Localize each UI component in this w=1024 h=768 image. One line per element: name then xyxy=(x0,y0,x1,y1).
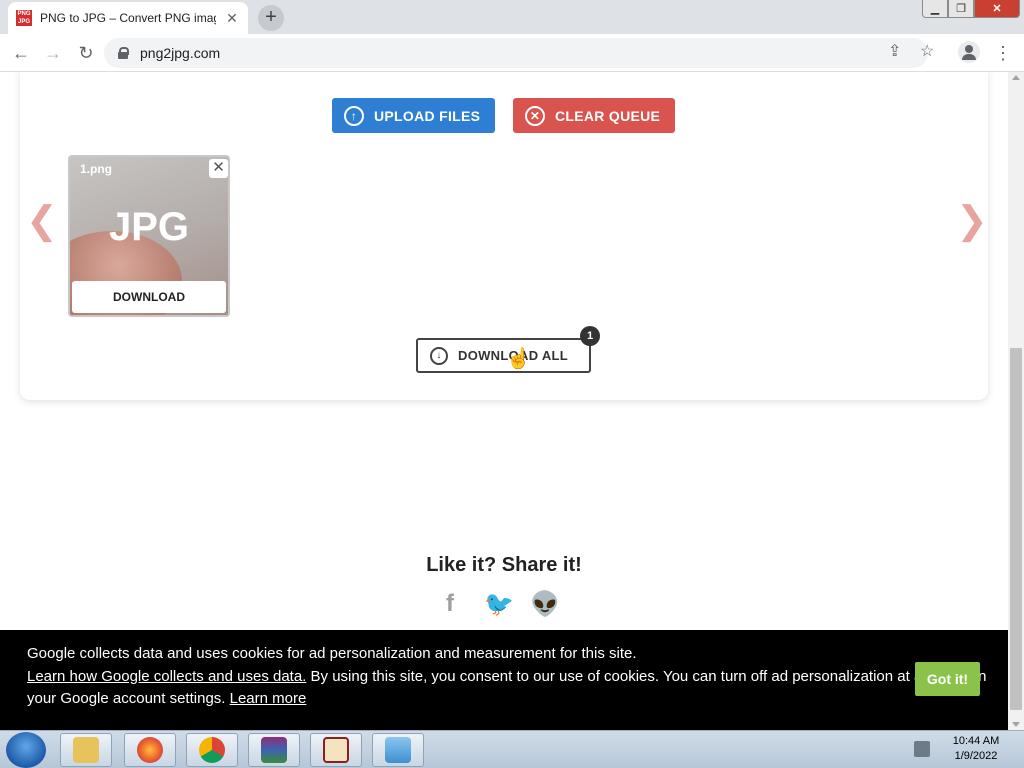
twitter-icon[interactable]: 🐦 xyxy=(484,590,514,619)
hand-cursor-icon: ☝ xyxy=(506,348,531,370)
taskbar-chrome[interactable] xyxy=(186,733,238,767)
taskbar-explorer[interactable] xyxy=(60,733,112,767)
page-viewport: ↑ UPLOAD FILES ✕ CLEAR QUEUE ❮ ❯ 1.png ✕… xyxy=(0,72,1008,730)
lock-icon xyxy=(118,47,129,59)
start-button[interactable] xyxy=(6,732,46,768)
share-heading: Like it? Share it! xyxy=(426,554,582,576)
download-all-button[interactable]: ↓ DOWNLOAD ALL xyxy=(416,338,591,373)
clock-time: 10:44 AM xyxy=(952,735,1000,747)
close-window-button[interactable]: ✕ xyxy=(974,0,1020,18)
maximize-button[interactable]: ❐ xyxy=(948,0,974,18)
next-arrow-icon[interactable]: ❯ xyxy=(956,198,988,243)
address-bar[interactable]: png2jpg.com ⇪ ☆ xyxy=(104,38,934,68)
download-count-badge: 1 xyxy=(580,326,600,346)
vi-app-icon xyxy=(323,737,349,763)
system-clock[interactable]: 10:44 AM 1/9/2022 xyxy=(944,734,1008,764)
bookmark-star-icon[interactable]: ☆ xyxy=(920,41,934,61)
x-circle-icon: ✕ xyxy=(525,105,545,126)
taskbar-photo-viewer[interactable] xyxy=(372,733,424,767)
scroll-down-icon[interactable] xyxy=(1012,722,1020,727)
scroll-up-icon[interactable] xyxy=(1012,75,1020,80)
vertical-scrollbar[interactable] xyxy=(1008,72,1024,730)
download-button[interactable]: DOWNLOAD xyxy=(72,281,226,313)
tab-close-icon[interactable]: ✕ xyxy=(224,10,240,27)
menu-kebab-icon[interactable]: ⋮ xyxy=(992,42,1014,64)
minimize-button[interactable]: ▁ xyxy=(922,0,948,18)
folder-icon xyxy=(73,737,99,763)
facebook-icon[interactable]: f xyxy=(446,590,454,618)
profile-avatar[interactable] xyxy=(958,41,980,63)
clock-date: 1/9/2022 xyxy=(954,750,998,762)
tab-title: PNG to JPG – Convert PNG imag xyxy=(40,11,216,25)
file-format-label: JPG xyxy=(108,205,190,249)
photo-viewer-icon xyxy=(385,737,411,763)
url-text[interactable]: png2jpg.com xyxy=(140,45,220,61)
favicon: PNG JPG xyxy=(16,10,32,26)
arrow-up-circle-icon: ↑ xyxy=(344,105,364,126)
browser-tab-strip: PNG JPG PNG to JPG – Convert PNG imag ✕ … xyxy=(0,0,1024,34)
forward-icon[interactable]: → xyxy=(42,42,64,64)
got-it-button[interactable]: Got it! xyxy=(915,662,980,696)
learn-more-link[interactable]: Learn more xyxy=(230,690,307,707)
prev-arrow-icon[interactable]: ❮ xyxy=(26,198,58,243)
chrome-icon xyxy=(199,737,225,763)
share-icon[interactable]: ⇪ xyxy=(888,41,901,61)
browser-toolbar: ← → ↻ png2jpg.com ⇪ ☆ ⋮ xyxy=(0,34,1024,72)
firefox-icon xyxy=(137,737,163,763)
learn-how-link[interactable]: Learn how Google collects and uses data. xyxy=(27,668,306,685)
taskbar-vi-app[interactable] xyxy=(310,733,362,767)
new-tab-button[interactable]: + xyxy=(258,5,284,31)
reddit-icon[interactable]: 👽 xyxy=(530,590,560,619)
cookie-banner: Google collects data and uses cookies fo… xyxy=(0,630,1008,730)
back-icon[interactable]: ← xyxy=(10,42,32,64)
clear-queue-label: CLEAR QUEUE xyxy=(555,107,661,124)
taskbar-winrar[interactable] xyxy=(248,733,300,767)
winrar-icon xyxy=(261,737,287,763)
taskbar-firefox[interactable] xyxy=(124,733,176,767)
tray-printer-icon[interactable] xyxy=(914,741,930,757)
cookie-text: Google collects data and uses cookies fo… xyxy=(27,645,637,662)
clear-queue-button[interactable]: ✕ CLEAR QUEUE xyxy=(513,98,675,133)
arrow-down-circle-icon: ↓ xyxy=(430,346,448,365)
windows-taskbar: 10:44 AM 1/9/2022 xyxy=(0,730,1024,768)
file-thumbnail: 1.png ✕ JPG DOWNLOAD xyxy=(68,155,230,317)
browser-tab[interactable]: PNG JPG PNG to JPG – Convert PNG imag ✕ xyxy=(8,2,248,34)
scroll-thumb[interactable] xyxy=(1010,348,1022,710)
reload-icon[interactable]: ↻ xyxy=(75,42,97,64)
converter-card: ↑ UPLOAD FILES ✕ CLEAR QUEUE ❮ ❯ 1.png ✕… xyxy=(20,72,988,400)
file-name: 1.png xyxy=(80,162,112,176)
remove-file-icon[interactable]: ✕ xyxy=(209,159,228,178)
upload-files-button[interactable]: ↑ UPLOAD FILES xyxy=(332,98,495,133)
upload-files-label: UPLOAD FILES xyxy=(374,107,481,124)
